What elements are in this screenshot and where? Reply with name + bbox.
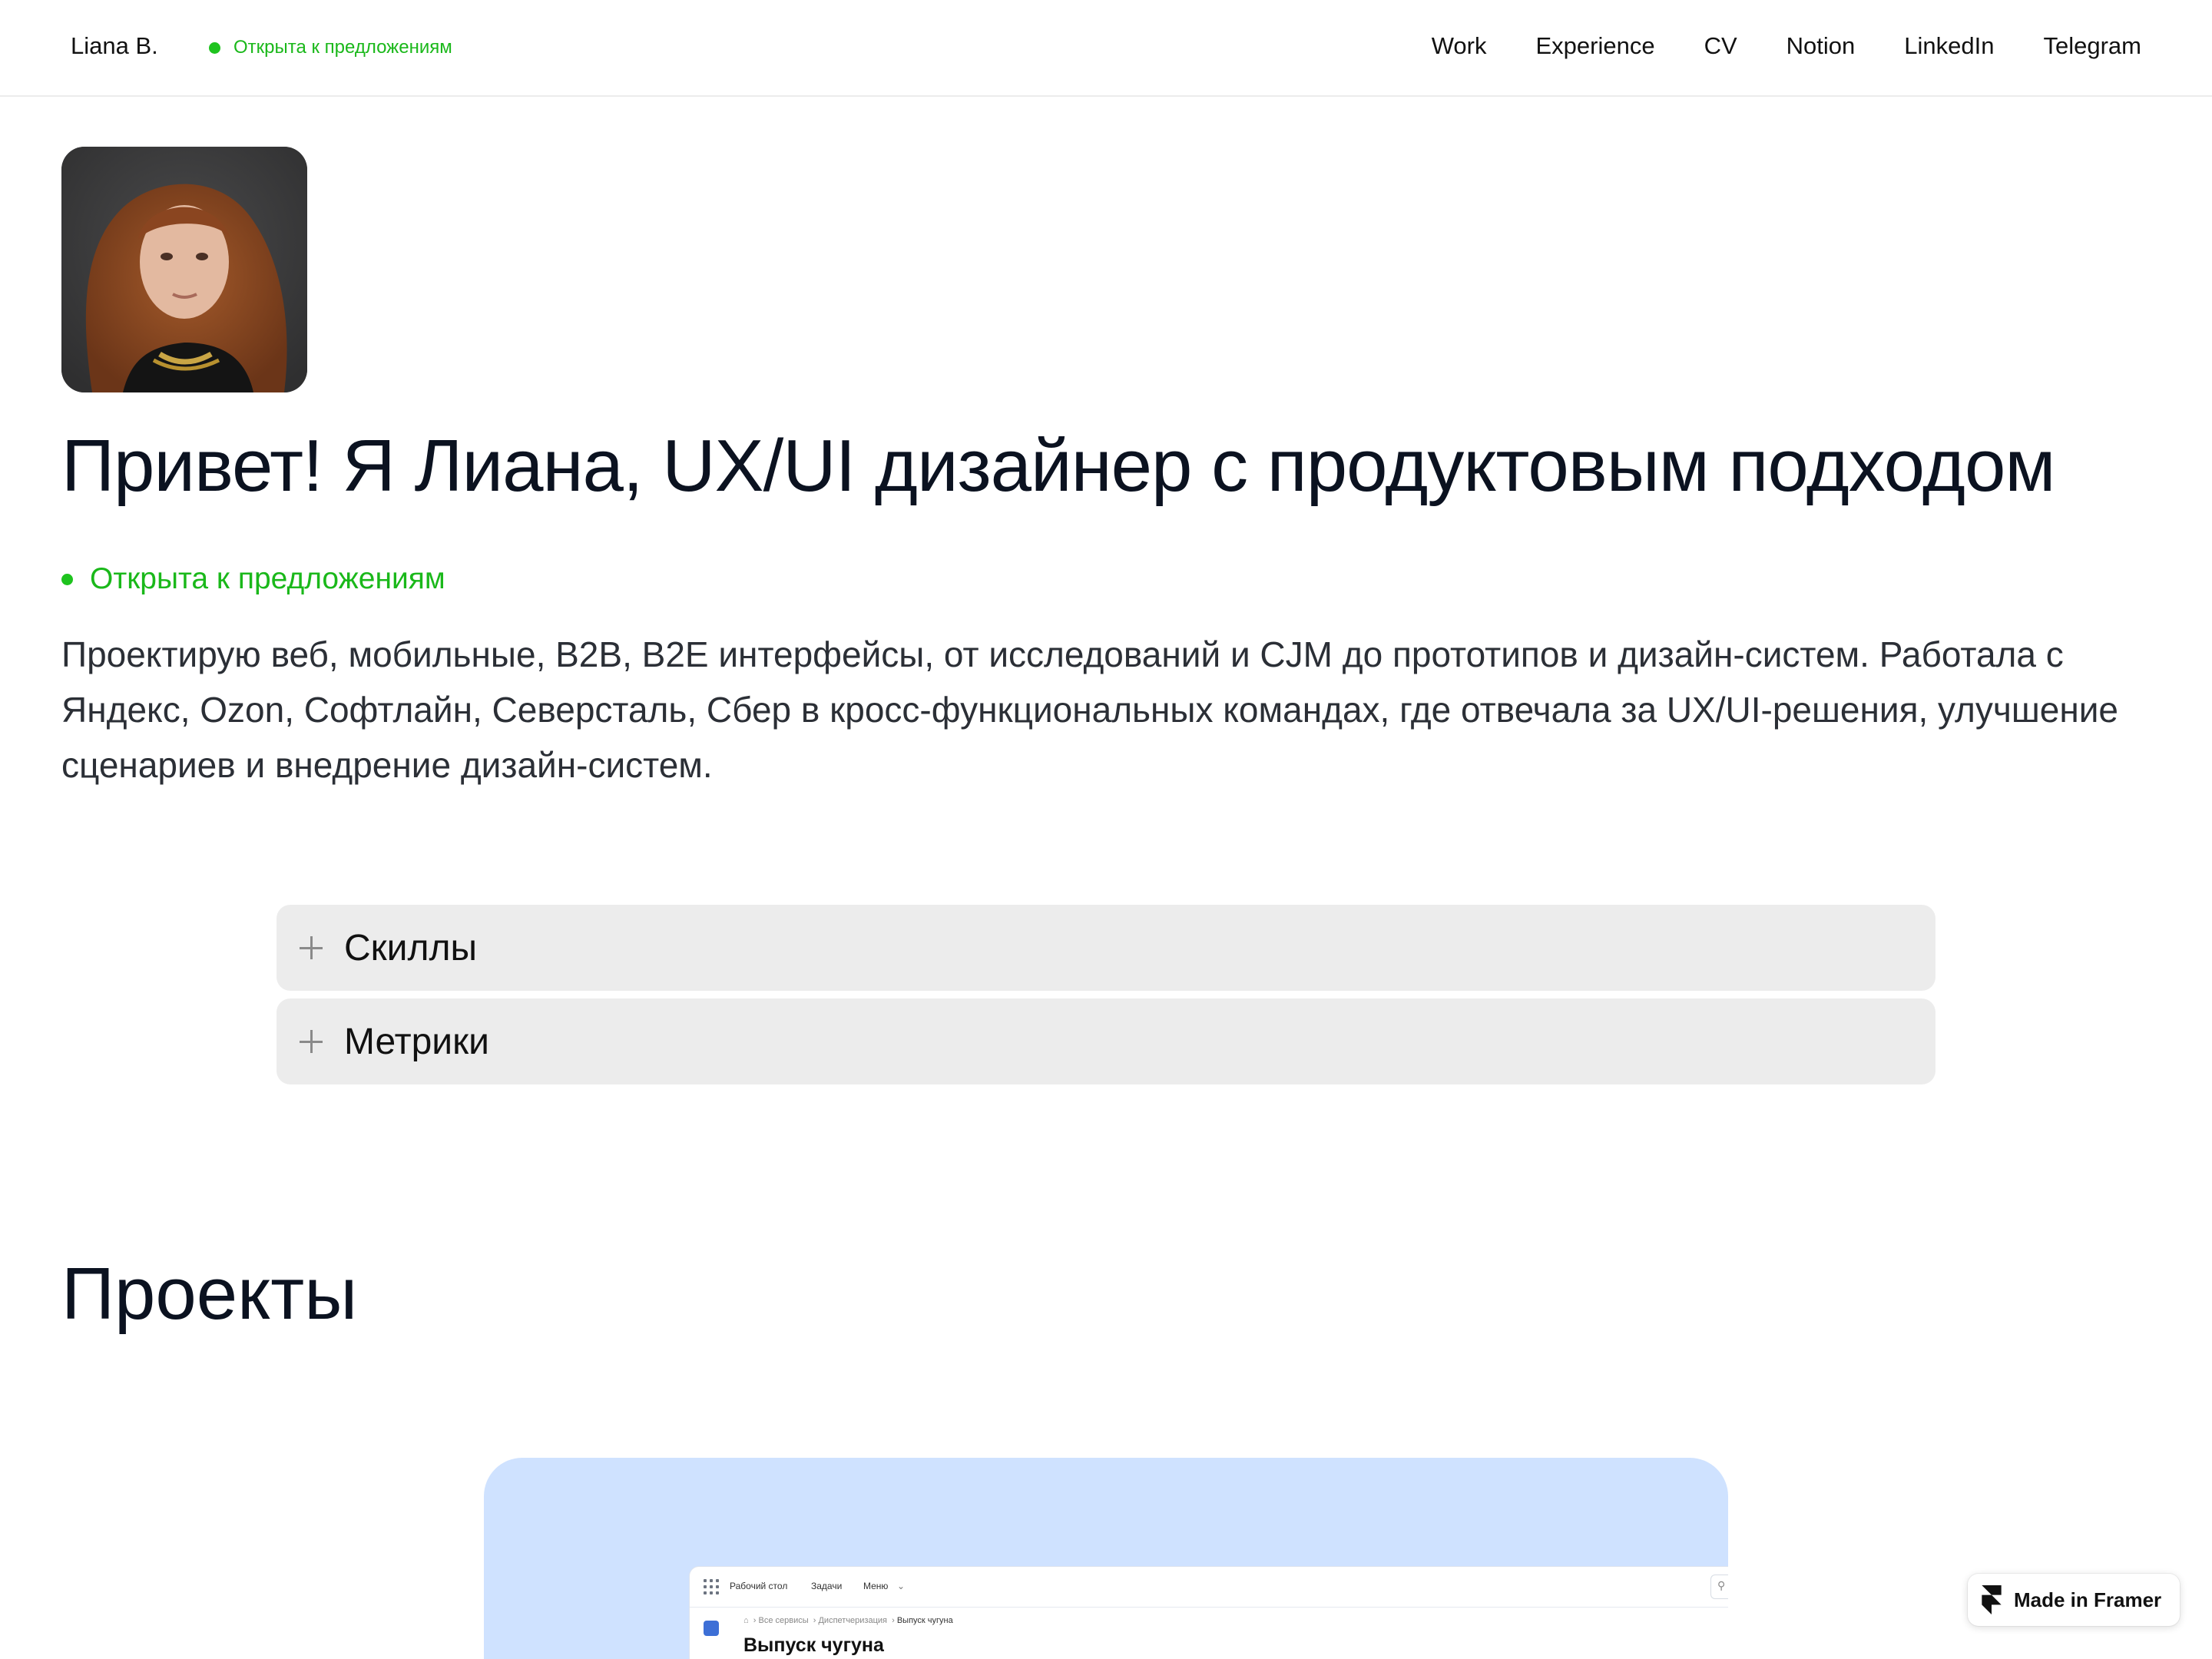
preview-nav-menu: Меню bbox=[863, 1581, 889, 1591]
hero-availability-status: Открыта к предложениям bbox=[61, 562, 445, 596]
status-dot-icon bbox=[61, 573, 73, 585]
projects-section-title: Проекты bbox=[61, 1253, 358, 1335]
made-in-framer-badge[interactable]: Made in Framer bbox=[1968, 1574, 2180, 1626]
portrait-photo bbox=[61, 147, 307, 392]
hero-status-text: Открыта к предложениям bbox=[90, 562, 445, 595]
preview-breadcrumb: ⌂ › Все сервисы › Диспетчеризация › Выпу… bbox=[743, 1616, 953, 1625]
home-icon: ⌂ bbox=[743, 1616, 749, 1625]
nav-link-experience[interactable]: Experience bbox=[1536, 32, 1655, 60]
hero-intro: Проектирую веб, мобильные, B2B, B2E инте… bbox=[61, 634, 2119, 785]
plus-icon bbox=[293, 1024, 329, 1059]
preview-page-title: Выпуск чугуна bbox=[743, 1634, 884, 1656]
nav-link-cv[interactable]: CV bbox=[1704, 32, 1737, 60]
status-dot-icon bbox=[209, 41, 220, 54]
nav-link-telegram[interactable]: Telegram bbox=[2044, 32, 2142, 60]
accordion-metrics-label: Метрики bbox=[344, 1021, 489, 1062]
project-card[interactable]: Рабочий стол Задачи Меню ⌄ ⚲ ⌂ › Все сер… bbox=[484, 1458, 1728, 1659]
nav-link-work[interactable]: Work bbox=[1432, 32, 1487, 60]
project-preview-screenshot: Рабочий стол Задачи Меню ⌄ ⚲ ⌂ › Все сер… bbox=[690, 1567, 1728, 1659]
availability-status-text: Открыта к предложениям bbox=[233, 37, 452, 58]
hero-title: Привет! Я Лиана, UX/UI дизайнер с продук… bbox=[61, 425, 2055, 507]
preview-breadcrumb-item: Все сервисы bbox=[758, 1616, 809, 1625]
nav-link-linkedin[interactable]: LinkedIn bbox=[1904, 32, 1994, 60]
brand-name[interactable]: Liana B. bbox=[71, 32, 158, 60]
framer-logo-icon bbox=[1982, 1585, 2002, 1614]
preview-breadcrumb-current: Выпуск чугуна bbox=[896, 1616, 953, 1625]
nav-link-notion[interactable]: Notion bbox=[1786, 32, 1856, 60]
apps-grid-icon bbox=[704, 1579, 720, 1596]
made-in-framer-label: Made in Framer bbox=[2014, 1588, 2162, 1611]
chevron-down-icon: ⌄ bbox=[897, 1581, 906, 1591]
main-nav: Work Experience CV Notion LinkedIn Teleg… bbox=[1432, 32, 2141, 60]
preview-nav-desktop: Рабочий стол bbox=[730, 1581, 788, 1591]
accordion-skills-label: Скиллы bbox=[344, 927, 477, 969]
availability-status: Открыта к предложениям bbox=[209, 37, 452, 58]
search-icon: ⚲ bbox=[1717, 1579, 1726, 1591]
accordion-skills[interactable]: Скиллы bbox=[276, 905, 1936, 991]
preview-search-field: ⚲ bbox=[1710, 1575, 1728, 1599]
calendar-icon bbox=[704, 1621, 719, 1636]
preview-breadcrumb-item: Диспетчеризация bbox=[818, 1616, 887, 1625]
plus-icon bbox=[293, 930, 329, 965]
accordion-metrics[interactable]: Метрики bbox=[276, 998, 1936, 1084]
preview-topbar: Рабочий стол Задачи Меню ⌄ ⚲ bbox=[690, 1567, 1728, 1608]
preview-nav-tasks: Задачи bbox=[811, 1581, 843, 1591]
top-navbar: Liana B. Открыта к предложениям Work Exp… bbox=[0, 0, 2212, 97]
avatar bbox=[61, 147, 307, 392]
